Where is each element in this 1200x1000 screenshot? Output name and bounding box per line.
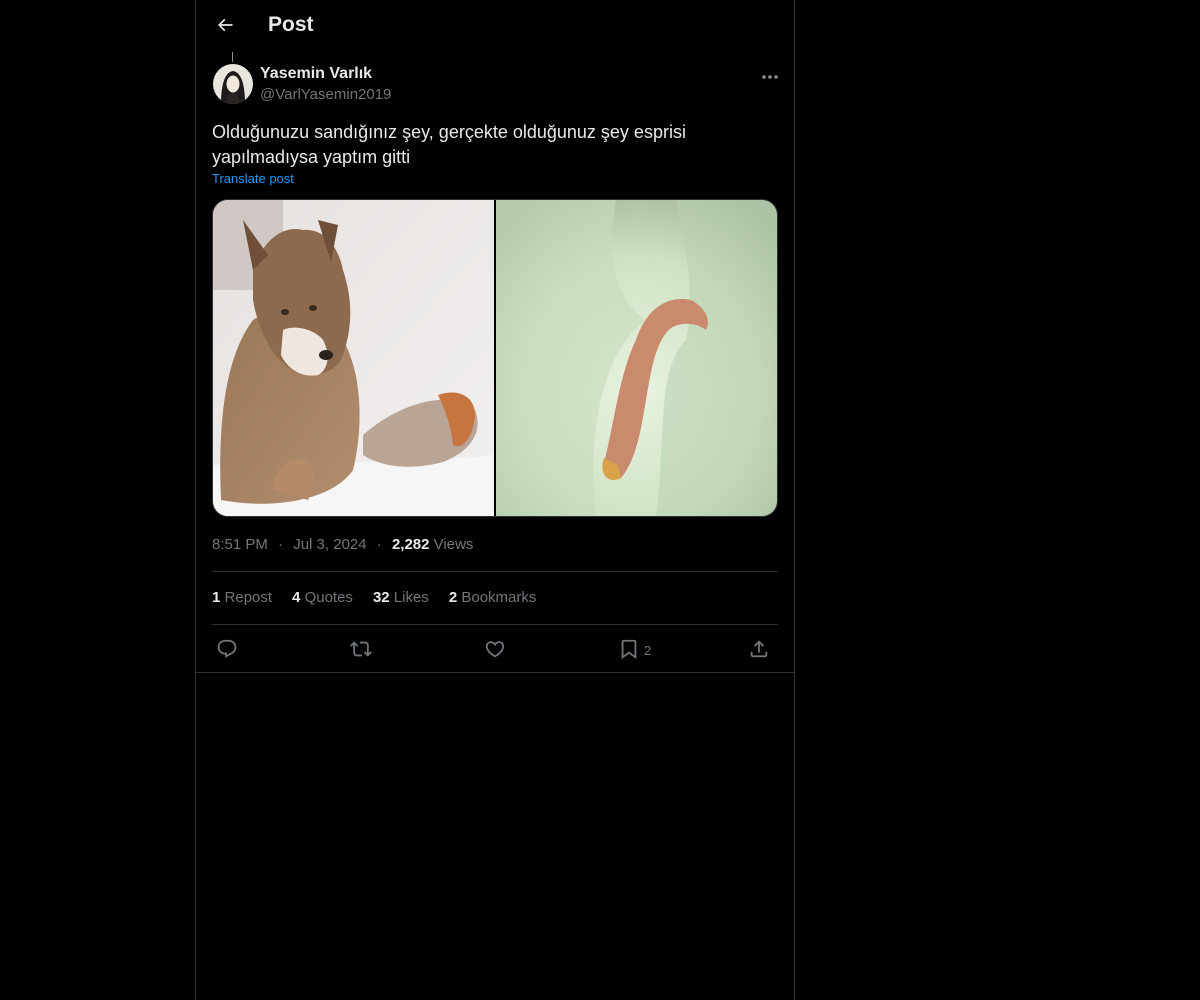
meta-separator: · <box>278 536 284 553</box>
more-icon <box>761 67 779 85</box>
views-label: Views <box>433 536 474 553</box>
post-meta: 8:51 PM · Jul 3, 2024 · 2,282 Views <box>212 536 473 553</box>
post-bottom-border <box>196 672 794 673</box>
media-image-wolf[interactable] <box>213 200 494 516</box>
bookmark-icon <box>618 638 640 663</box>
share-button[interactable] <box>748 636 770 664</box>
heart-icon <box>484 638 506 663</box>
arrow-left-icon <box>215 15 235 40</box>
divider <box>212 624 778 625</box>
post-media[interactable] <box>212 199 778 517</box>
avatar[interactable] <box>213 64 253 104</box>
reply-icon <box>216 638 238 663</box>
back-button[interactable] <box>210 12 240 42</box>
media-image-caterpillar[interactable] <box>496 200 777 516</box>
repost-icon <box>350 638 372 663</box>
post-stats: 1 Repost 4 Quotes 32 Likes 2 Bookmarks <box>212 589 536 606</box>
meta-separator: · <box>376 536 382 553</box>
translate-post-link[interactable]: Translate post <box>212 171 294 186</box>
quotes-stat[interactable]: 4 Quotes <box>292 589 353 606</box>
page-header: Post <box>196 0 794 53</box>
page-title: Post <box>268 13 314 36</box>
share-icon <box>748 638 770 663</box>
bookmark-count: 2 <box>644 642 652 658</box>
views-count: 2,282 <box>391 536 430 553</box>
action-bar: 2 <box>212 636 778 664</box>
reply-button[interactable] <box>216 636 238 664</box>
like-button[interactable] <box>484 636 506 664</box>
bookmarks-stat[interactable]: 2 Bookmarks <box>449 589 537 606</box>
repost-button[interactable] <box>350 636 372 664</box>
more-options-button[interactable] <box>758 66 782 86</box>
post-date[interactable]: Jul 3, 2024 <box>293 536 366 553</box>
main-column: Post Yasemin Varlık @VarlYasemin2019 Old… <box>195 0 795 1000</box>
author-display-name[interactable]: Yasemin Varlık <box>260 65 372 83</box>
divider <box>212 571 778 572</box>
reposts-stat[interactable]: 1 Repost <box>212 589 272 606</box>
author-handle[interactable]: @VarlYasemin2019 <box>260 86 391 103</box>
likes-stat[interactable]: 32 Likes <box>373 589 429 606</box>
bookmark-button[interactable]: 2 <box>618 636 651 664</box>
post-time[interactable]: 8:51 PM <box>212 536 268 553</box>
thread-line <box>232 52 233 62</box>
post-text: Olduğunuzu sandığınız şey, gerçekte oldu… <box>212 122 686 167</box>
